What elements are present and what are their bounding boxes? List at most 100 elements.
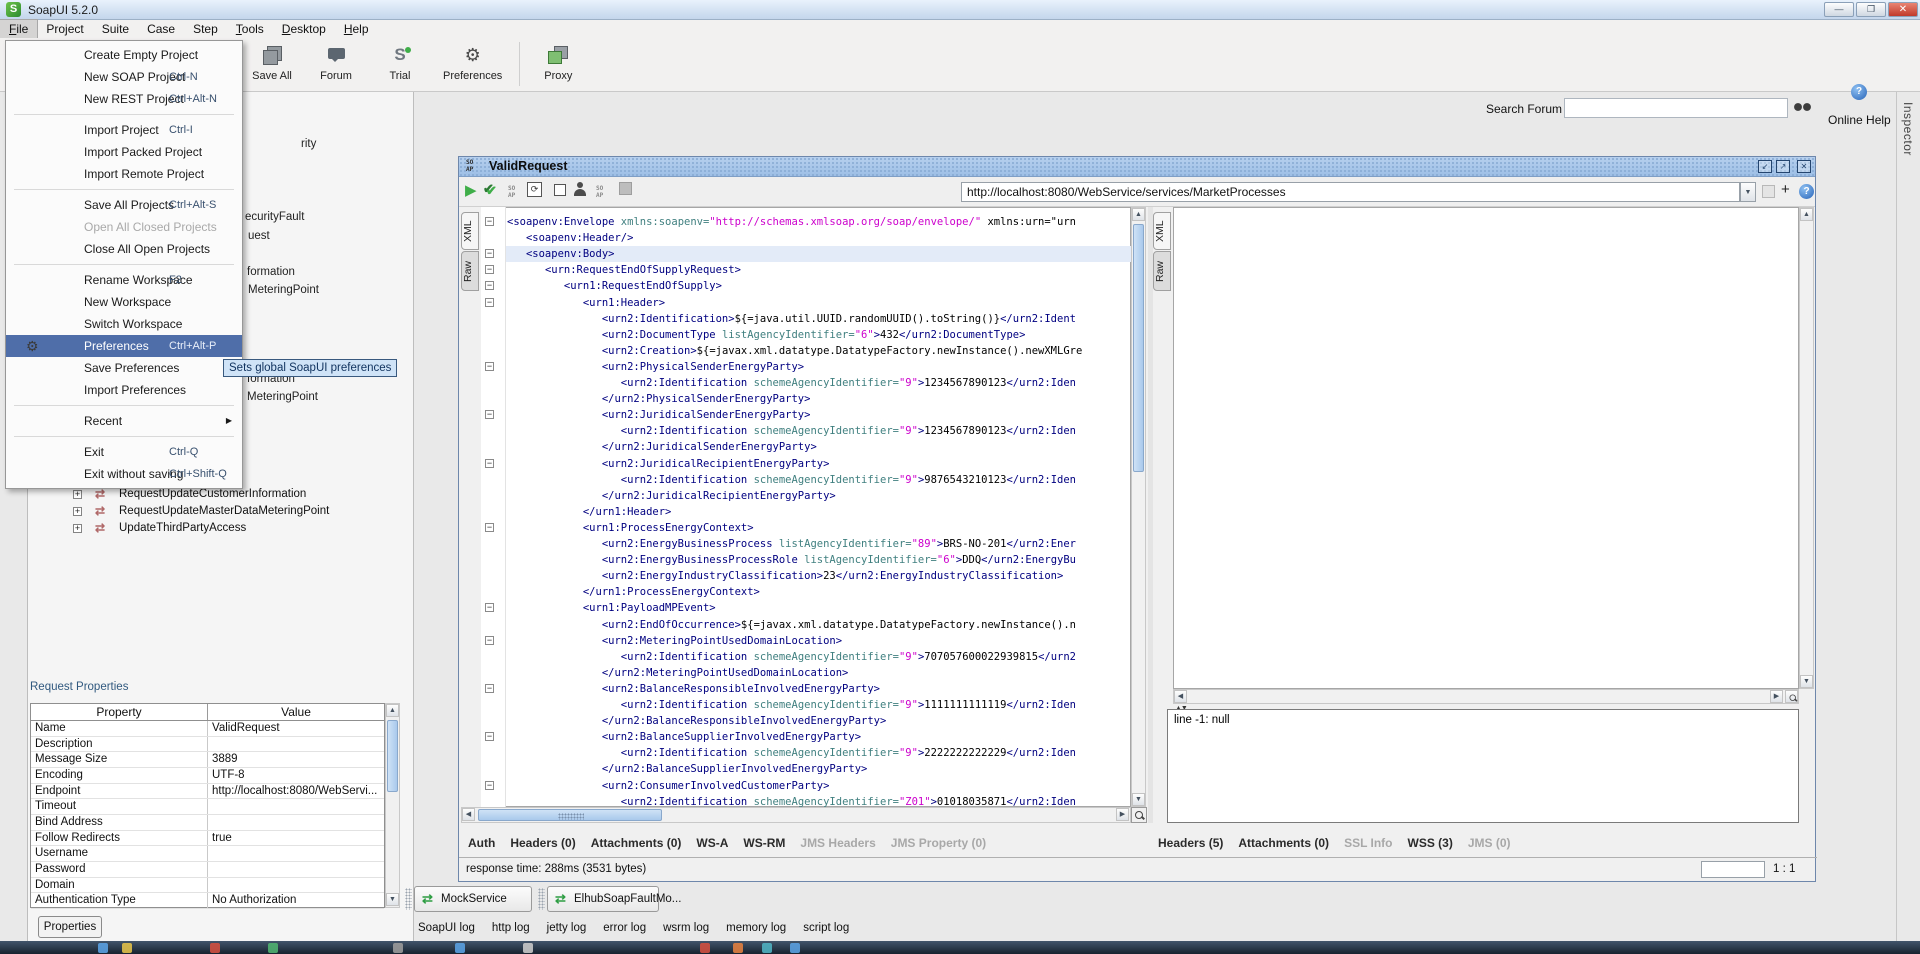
fold-collapse-icon[interactable]: − [485, 217, 494, 226]
expand-icon[interactable]: + [73, 490, 82, 499]
menu-item-new-workspace[interactable]: New Workspace [6, 291, 242, 313]
fold-collapse-icon[interactable]: − [485, 684, 494, 693]
tree-node-fragment[interactable]: rity [301, 138, 316, 150]
endpoint-url-input[interactable]: http://localhost:8080/WebService/service… [961, 182, 1740, 202]
fold-collapse-icon[interactable]: − [485, 781, 494, 790]
os-taskbar[interactable] [0, 941, 1920, 954]
property-row-bind-address[interactable]: Bind Address [31, 815, 384, 831]
taskbar-icon[interactable] [790, 943, 800, 953]
taskbar-icon[interactable] [700, 943, 710, 953]
taskbar-icon[interactable] [268, 943, 278, 953]
menubar-item-file[interactable]: File [0, 20, 37, 38]
tab-soapui-log[interactable]: SoapUI log [418, 922, 475, 934]
scrollbar-thumb[interactable] [478, 809, 662, 821]
menu-item-exit[interactable]: ExitCtrl-Q [6, 441, 242, 463]
scroll-down-icon[interactable]: ▼ [1800, 675, 1813, 688]
expand-icon[interactable]: + [73, 524, 82, 533]
tab-response-xml[interactable]: XML [1153, 212, 1171, 250]
property-row-name[interactable]: NameValidRequest [31, 721, 384, 737]
recreate-request-icon[interactable]: ⟳ [527, 182, 542, 197]
tab-headers-5[interactable]: Headers (5) [1158, 836, 1223, 850]
menubar-item-project[interactable]: Project [37, 20, 92, 38]
property-row-domain[interactable]: Domain [31, 878, 384, 894]
tree-node-fragment[interactable]: uest [248, 230, 270, 242]
toolbar-button-forum[interactable]: Forum [315, 42, 357, 82]
request-properties-table[interactable]: Property Value NameValidRequestDescripti… [30, 703, 385, 908]
tree-item-updatethirdpartyaccess[interactable]: +⇄UpdateThirdPartyAccess [73, 521, 403, 537]
tab-attachments-0[interactable]: Attachments (0) [1238, 836, 1329, 850]
validate-icon[interactable]: ✔ [486, 182, 497, 200]
toolbar-button-save-all[interactable]: Save All [251, 42, 293, 82]
toolbar-button-trial[interactable]: STrial [379, 42, 421, 82]
fold-collapse-icon[interactable]: − [485, 636, 494, 645]
request-response-divider[interactable] [1148, 207, 1153, 823]
tree-node-fragment[interactable]: formation [247, 266, 295, 278]
menu-item-import-preferences[interactable]: Import Preferences [6, 379, 242, 401]
menu-item-recent[interactable]: Recent▶ [6, 410, 242, 432]
menu-item-import-packed-project[interactable]: Import Packed Project [6, 141, 242, 163]
editor-vertical-scrollbar[interactable]: ▲ ▼ [1131, 207, 1146, 807]
tab-response-raw[interactable]: Raw [1153, 251, 1171, 291]
add-endpoint-icon[interactable]: + [1781, 181, 1790, 198]
fold-collapse-icon[interactable]: − [485, 410, 494, 419]
editor-magnify-icon[interactable] [1131, 807, 1147, 823]
request-xml-content[interactable]: <soapenv:Envelope xmlns:soapenv="http://… [506, 207, 1131, 807]
tree-item-requestupdatecustomerinformation[interactable]: +⇄RequestUpdateCustomerInformation [73, 487, 403, 503]
menu-item-close-all-open-projects[interactable]: Close All Open Projects [6, 238, 242, 260]
tab-headers-0[interactable]: Headers (0) [510, 836, 575, 850]
response-xml-area[interactable] [1173, 207, 1799, 689]
property-row-message-size[interactable]: Message Size3889 [31, 752, 384, 768]
expand-icon[interactable]: + [73, 507, 82, 516]
frame-close-icon[interactable]: ✕ [1797, 160, 1811, 173]
property-row-encoding[interactable]: EncodingUTF-8 [31, 768, 384, 784]
menu-item-new-rest-project[interactable]: New REST ProjectCtrl+Alt-N [6, 88, 242, 110]
minimize-button[interactable]: — [1824, 2, 1854, 17]
column-header-value[interactable]: Value [208, 704, 384, 720]
taskbar-icon[interactable] [210, 943, 220, 953]
fold-collapse-icon[interactable]: − [485, 265, 494, 274]
menu-item-save-all-projects[interactable]: Save All ProjectsCtrl+Alt-S [6, 194, 242, 216]
scroll-down-icon[interactable]: ▼ [1132, 793, 1145, 806]
create-empty-icon[interactable]: SOAP [596, 186, 603, 199]
mockservice-window-button[interactable]: ⇄ MockService [414, 886, 532, 912]
tree-node-fragment[interactable]: MeteringPoint [248, 284, 319, 296]
menu-item-rename-workspace[interactable]: Rename WorkspaceF2 [6, 269, 242, 291]
fold-collapse-icon[interactable]: − [485, 249, 494, 258]
property-row-endpoint[interactable]: Endpointhttp://localhost:8080/WebServi..… [31, 784, 384, 800]
scroll-up-icon[interactable]: ▲ [1132, 208, 1145, 221]
property-row-password[interactable]: Password [31, 862, 384, 878]
frame-titlebar[interactable]: SOAP ValidRequest ↙ ↗ ✕ [459, 157, 1815, 177]
tab-request-xml[interactable]: XML [461, 212, 479, 250]
menu-item-create-empty-project[interactable]: Create Empty Project [6, 44, 242, 66]
fold-collapse-icon[interactable]: − [485, 281, 494, 290]
tree-node-fragment[interactable]: MeteringPoint [247, 391, 318, 403]
frame-maximize-icon[interactable]: ↗ [1776, 160, 1790, 173]
frame-minimize-icon[interactable]: ↙ [1758, 160, 1772, 173]
tab-http-log[interactable]: http log [492, 922, 530, 934]
menubar-item-tools[interactable]: Tools [227, 20, 273, 38]
properties-tab-button[interactable]: Properties [38, 916, 102, 938]
property-row-timeout[interactable]: Timeout [31, 799, 384, 815]
tab-attachments-0[interactable]: Attachments (0) [591, 836, 682, 850]
scroll-down-icon[interactable]: ▼ [386, 893, 399, 906]
editor-horizontal-scrollbar[interactable]: ◀ ▶ [461, 807, 1131, 823]
tab-script-log[interactable]: script log [803, 922, 849, 934]
fold-collapse-icon[interactable]: − [485, 732, 494, 741]
tab-inspector[interactable]: Inspector [1901, 102, 1915, 156]
tab-auth[interactable]: Auth [468, 836, 495, 850]
scroll-right-icon[interactable]: ▶ [1770, 690, 1783, 703]
menubar-item-suite[interactable]: Suite [93, 20, 138, 38]
request-help-icon[interactable]: ? [1799, 184, 1814, 199]
endpoint-explorer-icon[interactable] [573, 182, 587, 197]
editor-fold-gutter[interactable]: −−−−−−−−−−−−−− [481, 207, 506, 807]
tree-node-fragment[interactable]: ecurityFault [245, 211, 304, 223]
cancel-request-icon[interactable] [554, 184, 566, 196]
scroll-up-icon[interactable]: ▲ [1800, 208, 1813, 221]
scroll-left-icon[interactable]: ◀ [462, 808, 475, 821]
tab-wss-3[interactable]: WSS (3) [1408, 836, 1453, 850]
tree-item-requestupdatemasterdatameteringpoint[interactable]: +⇄RequestUpdateMasterDataMeteringPoint [73, 504, 403, 520]
scrollbar-thumb[interactable] [387, 720, 398, 792]
fold-collapse-icon[interactable]: − [485, 298, 494, 307]
taskbar-icon[interactable] [393, 943, 403, 953]
taskbar-icon[interactable] [122, 943, 132, 953]
